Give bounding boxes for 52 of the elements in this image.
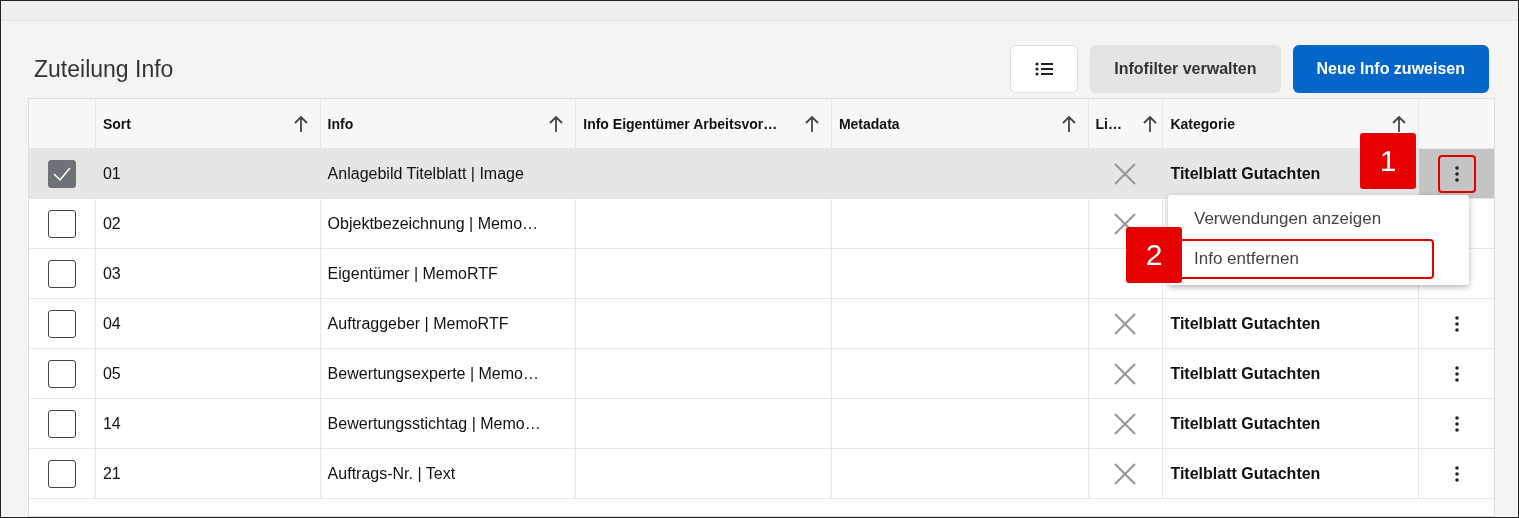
table-cell: 14 (102, 414, 121, 433)
row-checkbox[interactable] (47, 159, 76, 188)
sort-arrow-icon[interactable] (1391, 114, 1408, 133)
table-cell: Bewertungsexperte | Memo… (327, 364, 539, 383)
kebab-icon (1454, 415, 1459, 432)
table-cell: Titelblatt Gutachten (1170, 314, 1321, 333)
column-header[interactable]: Info Eigentümer Arbeitsvor… (583, 115, 778, 132)
assign-info-button[interactable]: Neue Info zuweisen (1292, 45, 1489, 93)
list-icon (1035, 62, 1054, 76)
table-cell: 03 (102, 264, 121, 283)
table-cell: Bewertungsstichtag | Memo… (327, 414, 541, 433)
row-checkbox[interactable] (47, 359, 76, 388)
sort-arrow-icon[interactable] (1142, 114, 1159, 133)
column-header[interactable]: Li… (1095, 115, 1122, 132)
callout-badge: 2 (1126, 227, 1182, 283)
table-cell: Anlagebild Titelblatt | Image (327, 164, 524, 183)
table-cell: Titelblatt Gutachten (1170, 164, 1321, 183)
table-cell: Titelblatt Gutachten (1170, 414, 1321, 433)
more-options-button[interactable] (1437, 154, 1476, 193)
table-cell: 01 (102, 164, 121, 183)
column-header[interactable]: Metadata (838, 115, 900, 132)
table-cell: Auftraggeber | MemoRTF (327, 314, 509, 333)
table-cell: 04 (102, 314, 121, 333)
sort-arrow-icon[interactable] (1060, 114, 1077, 133)
row-checkbox[interactable] (47, 209, 76, 238)
table-cell: Eigentümer | MemoRTF (327, 264, 498, 283)
row-checkbox[interactable] (47, 309, 76, 338)
kebab-icon (1454, 365, 1459, 382)
kebab-icon (1454, 315, 1459, 332)
kebab-icon (1454, 165, 1459, 182)
column-header[interactable]: Sort (102, 115, 131, 132)
column-header[interactable]: Kategorie (1170, 115, 1235, 132)
callout-badge: 1 (1360, 133, 1417, 189)
table-cell: 21 (102, 464, 121, 483)
check-icon (51, 165, 72, 182)
table-cell: Titelblatt Gutachten (1170, 464, 1321, 483)
row-checkbox[interactable] (47, 259, 76, 288)
table-cell: Objektbezeichnung | Memo… (327, 214, 539, 233)
table-cell: Titelblatt Gutachten (1170, 364, 1321, 383)
column-header[interactable]: Info (327, 115, 354, 132)
sort-arrow-icon[interactable] (292, 114, 309, 133)
kebab-icon (1454, 465, 1459, 482)
table-cell: 02 (102, 214, 121, 233)
page-title: Zuteilung Info (34, 55, 174, 83)
list-view-button[interactable] (1010, 45, 1079, 93)
sort-arrow-icon[interactable] (548, 114, 565, 133)
row-checkbox[interactable] (47, 459, 76, 488)
row-checkbox[interactable] (47, 409, 76, 438)
manage-filter-button[interactable]: Infofilter verwalten (1090, 45, 1281, 93)
table-cell: 05 (102, 364, 121, 383)
table-cell: Auftrags-Nr. | Text (327, 464, 456, 483)
sort-arrow-icon[interactable] (803, 114, 820, 133)
